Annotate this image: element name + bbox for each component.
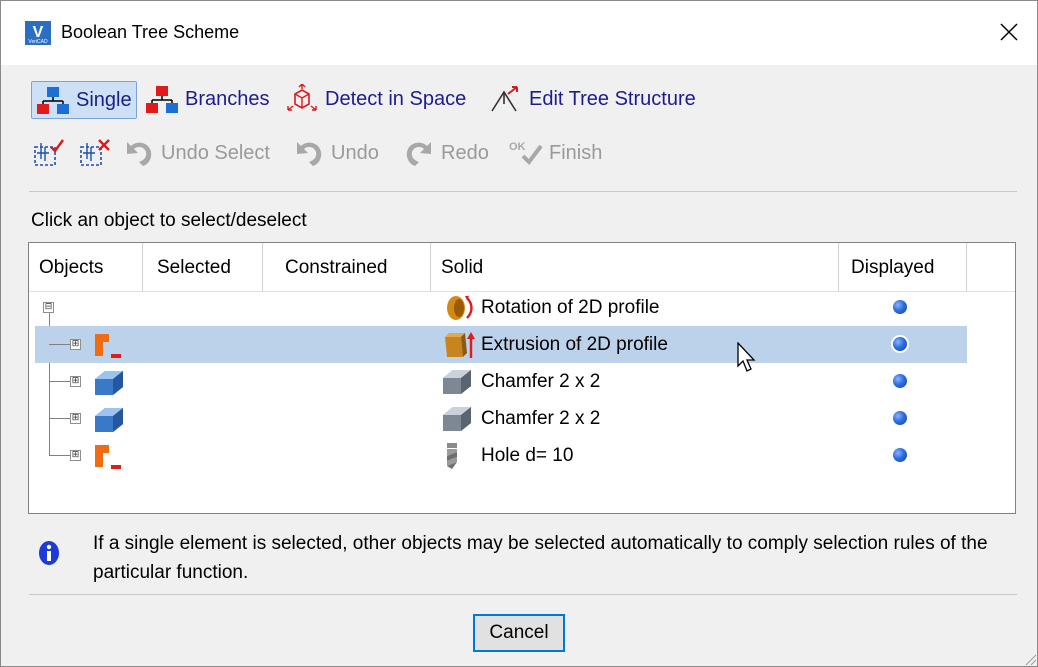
expand-toggle[interactable]: ⊞: [70, 450, 81, 461]
close-icon: [1000, 23, 1018, 41]
info-icon: [39, 541, 59, 565]
displayed-indicator[interactable]: [893, 374, 907, 388]
single-selection-icon: [37, 87, 69, 114]
branches-button[interactable]: Branches: [145, 81, 270, 117]
toolbar-divider: [29, 191, 1017, 192]
chamfer-solid-icon: [95, 371, 123, 395]
drill-hole-icon: [447, 443, 457, 469]
app-logo-icon: V VeriCAD: [25, 21, 51, 45]
undo-label: Undo: [331, 141, 379, 164]
dialog-window: V VeriCAD Boolean Tree Scheme Single Bra…: [0, 0, 1038, 667]
expand-toggle[interactable]: ⊞: [70, 413, 81, 424]
solid-label: Extrusion of 2D profile: [481, 334, 668, 355]
mouse-cursor-icon: [737, 342, 756, 372]
solid-label: Rotation of 2D profile: [481, 297, 660, 318]
window-title: Boolean Tree Scheme: [61, 22, 240, 42]
undo-icon: [297, 142, 322, 166]
tree-connector: [49, 418, 71, 419]
detect-in-space-icon: [287, 84, 317, 111]
chamfer-solid-icon: [95, 408, 123, 432]
table-header: Objects Selected Constrained Solid Displ…: [29, 243, 1015, 292]
edit-tree-structure-label: Edit Tree Structure: [529, 87, 696, 110]
cancel-button[interactable]: Cancel: [473, 614, 565, 652]
column-header-solid[interactable]: Solid: [431, 243, 839, 291]
undo-button[interactable]: Undo: [293, 135, 379, 171]
info-message: If a single element is selected, other o…: [93, 533, 988, 583]
expand-toggle[interactable]: ⊞: [70, 376, 81, 387]
table-row-selected[interactable]: ⊞ Extrusion of 2D profile: [29, 326, 1015, 363]
column-header-objects[interactable]: Objects: [29, 243, 143, 291]
svg-text:OK: OK: [509, 141, 526, 153]
undo-select-button[interactable]: Undo Select: [123, 135, 270, 171]
close-button[interactable]: [991, 13, 1027, 51]
profile-icon: [95, 334, 121, 358]
cancel-label: Cancel: [489, 622, 549, 643]
chamfer-icon: [443, 370, 471, 394]
expand-toggle[interactable]: ⊞: [70, 339, 81, 350]
single-button[interactable]: Single: [31, 81, 137, 119]
collapse-toggle[interactable]: ⊟: [43, 302, 54, 313]
undo-select-label: Undo Select: [161, 141, 270, 164]
column-header-displayed[interactable]: Displayed: [839, 243, 967, 291]
deselect-all-button[interactable]: [79, 135, 113, 171]
tree-connector: [49, 381, 71, 382]
finish-button[interactable]: OK Finish: [509, 135, 602, 171]
title-bar: V VeriCAD Boolean Tree Scheme: [1, 1, 1037, 65]
instruction-text: Click an object to select/deselect: [31, 210, 307, 231]
column-header-constrained[interactable]: Constrained: [263, 243, 431, 291]
select-all-button[interactable]: [33, 135, 67, 171]
solid-label: Hole d= 10: [481, 445, 574, 466]
profile-icon: [95, 445, 121, 469]
edit-tree-structure-icon: [491, 86, 518, 112]
table-row[interactable]: ⊞ Chamfer 2 x 2: [29, 363, 1015, 400]
finish-label: Finish: [549, 141, 603, 164]
solid-label: Chamfer 2 x 2: [481, 371, 601, 392]
redo-icon: [406, 142, 431, 166]
table-row[interactable]: ⊟ Rotation of 2D profile: [29, 289, 1015, 326]
tree-connector: [49, 455, 71, 456]
chamfer-icon: [443, 407, 471, 431]
branches-label: Branches: [185, 87, 270, 110]
deselect-all-icon: [80, 139, 110, 166]
boolean-tree-table[interactable]: Objects Selected Constrained Solid Displ…: [28, 242, 1016, 514]
solid-label: Chamfer 2 x 2: [481, 408, 601, 429]
footer-divider: [29, 594, 1017, 595]
finish-ok-icon: OK: [509, 141, 543, 166]
edit-tree-structure-button[interactable]: Edit Tree Structure: [489, 81, 696, 117]
svg-text:VeriCAD: VeriCAD: [28, 39, 48, 45]
undo-select-icon: [127, 142, 152, 166]
redo-label: Redo: [441, 141, 489, 164]
tree-connector: [49, 344, 71, 345]
branches-icon: [146, 86, 178, 113]
single-label: Single: [76, 88, 132, 111]
redo-button[interactable]: Redo: [403, 135, 489, 171]
rotation-icon: [447, 296, 473, 320]
displayed-indicator[interactable]: [893, 411, 907, 425]
table-row[interactable]: ⊞ Hole d= 10: [29, 437, 1015, 474]
resize-grip-icon[interactable]: [1023, 652, 1037, 666]
select-all-icon: [34, 139, 64, 166]
detect-in-space-label: Detect in Space: [325, 87, 467, 110]
displayed-indicator[interactable]: [893, 300, 907, 314]
displayed-indicator[interactable]: [893, 337, 907, 351]
displayed-indicator[interactable]: [893, 448, 907, 462]
column-header-selected[interactable]: Selected: [143, 243, 263, 291]
detect-in-space-button[interactable]: Detect in Space: [285, 81, 466, 117]
table-row[interactable]: ⊞ Chamfer 2 x 2: [29, 400, 1015, 437]
extrusion-icon: [445, 332, 475, 358]
